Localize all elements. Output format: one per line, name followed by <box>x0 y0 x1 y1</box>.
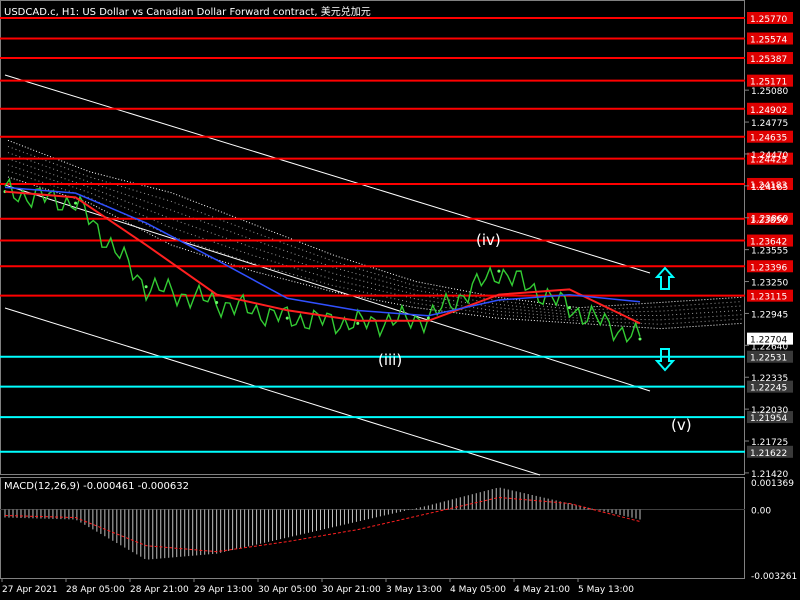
main-panel-frame <box>0 0 745 475</box>
price-point <box>497 269 501 273</box>
macd-tick-label: -0.003261 <box>751 572 797 582</box>
resistance-level-label: 1.24902 <box>750 106 787 116</box>
support-level-label: 1.22245 <box>750 384 787 394</box>
price-chart[interactable]: 1.25770 1.25574 1.25387 1.25171 1.24902 1.246… <box>0 0 800 600</box>
time-tick-label: 29 Apr 13:00 <box>194 585 253 595</box>
price-tick-label: 1.23860 <box>751 215 788 225</box>
ichimoku-cloud-fill <box>7 152 743 314</box>
resistance-level-label: 1.25171 <box>750 78 787 88</box>
resistance-level-label: 1.23115 <box>750 293 787 303</box>
time-tick-label: 4 May 21:00 <box>514 585 570 595</box>
price-tick-label: 1.23555 <box>751 247 788 257</box>
price-tick-label: 1.21725 <box>751 438 788 448</box>
trend-channels[interactable] <box>4 74 651 476</box>
price-point <box>215 300 219 304</box>
macd-signal-line <box>4 496 641 553</box>
wave-iii-label: (iii) <box>378 351 402 369</box>
price-point <box>567 306 571 310</box>
macd-panel-frame <box>0 477 745 579</box>
arrow-down-icon <box>654 348 676 372</box>
moving-average-red <box>4 190 641 325</box>
price-point <box>285 316 289 320</box>
horizontal-levels[interactable]: 1.25770 1.25574 1.25387 1.25171 1.24902 1.246… <box>0 12 793 459</box>
support-level-label: 1.22531 <box>750 354 787 364</box>
price-tick-label: 1.22335 <box>751 374 788 384</box>
resistance-level-label: 1.24635 <box>750 134 787 144</box>
wave-v-label: (v) <box>671 416 692 434</box>
time-tick-label: 4 May 05:00 <box>450 585 506 595</box>
time-tick-label: 30 Apr 05:00 <box>258 585 317 595</box>
price-point <box>74 201 78 205</box>
price-tick-label: 1.24775 <box>751 119 788 129</box>
resistance-level-label: 1.25574 <box>750 35 787 45</box>
price-point <box>144 285 148 289</box>
macd-tick-label: 0.00 <box>751 506 771 516</box>
macd-indicator: 0.001369 0.00 -0.003261 <box>0 479 797 582</box>
time-tick-label: 28 Apr 21:00 <box>130 585 189 595</box>
time-tick-label: 30 Apr 21:00 <box>322 585 381 595</box>
ichimoku-span-b <box>7 176 743 330</box>
price-tick-label: 1.22640 <box>751 342 788 352</box>
price-tick-label: 1.24470 <box>751 151 788 161</box>
time-axis: 27 Apr 2021 28 Apr 05:00 28 Apr 21:00 29 Ap… <box>1 578 634 595</box>
ichimoku-span-a <box>7 139 743 309</box>
ichimoku-cloud-fill <box>7 158 743 317</box>
price-tick-label: 1.25080 <box>751 87 788 97</box>
price-point <box>356 321 360 325</box>
wave-iv-label: (iv) <box>476 231 501 249</box>
chart-title: USDCAD.c, H1: US Dollar vs Canadian Doll… <box>4 7 371 18</box>
arrow-up-icon <box>654 266 676 290</box>
price-tick-label: 1.23250 <box>751 279 788 289</box>
ichimoku-cloud-fill <box>7 145 743 311</box>
price-tick-label: 1.24165 <box>751 183 788 193</box>
time-tick-label: 5 May 13:00 <box>578 585 634 595</box>
price-point <box>638 337 642 341</box>
time-tick-label: 27 Apr 2021 <box>2 585 58 595</box>
price-tick-label: 1.22030 <box>751 406 788 416</box>
wave-labels: (iii) (iv) (v) <box>378 231 692 434</box>
time-tick-label: 28 Apr 05:00 <box>66 585 125 595</box>
resistance-level-label: 1.25387 <box>750 55 787 65</box>
support-level-label: 1.21622 <box>750 449 787 459</box>
resistance-level-label: 1.23396 <box>750 263 787 273</box>
resistance-level-label: 1.25770 <box>750 15 787 25</box>
macd-tick-label: 0.001369 <box>751 479 794 489</box>
price-point <box>426 316 430 320</box>
price-series <box>3 177 642 344</box>
time-tick-label: 3 May 13:00 <box>386 585 442 595</box>
price-tick-label: 1.22945 <box>751 310 788 320</box>
macd-label: MACD(12,26,9) -0.000461 -0.000632 <box>4 481 189 492</box>
channel-lower-line[interactable] <box>4 307 541 476</box>
